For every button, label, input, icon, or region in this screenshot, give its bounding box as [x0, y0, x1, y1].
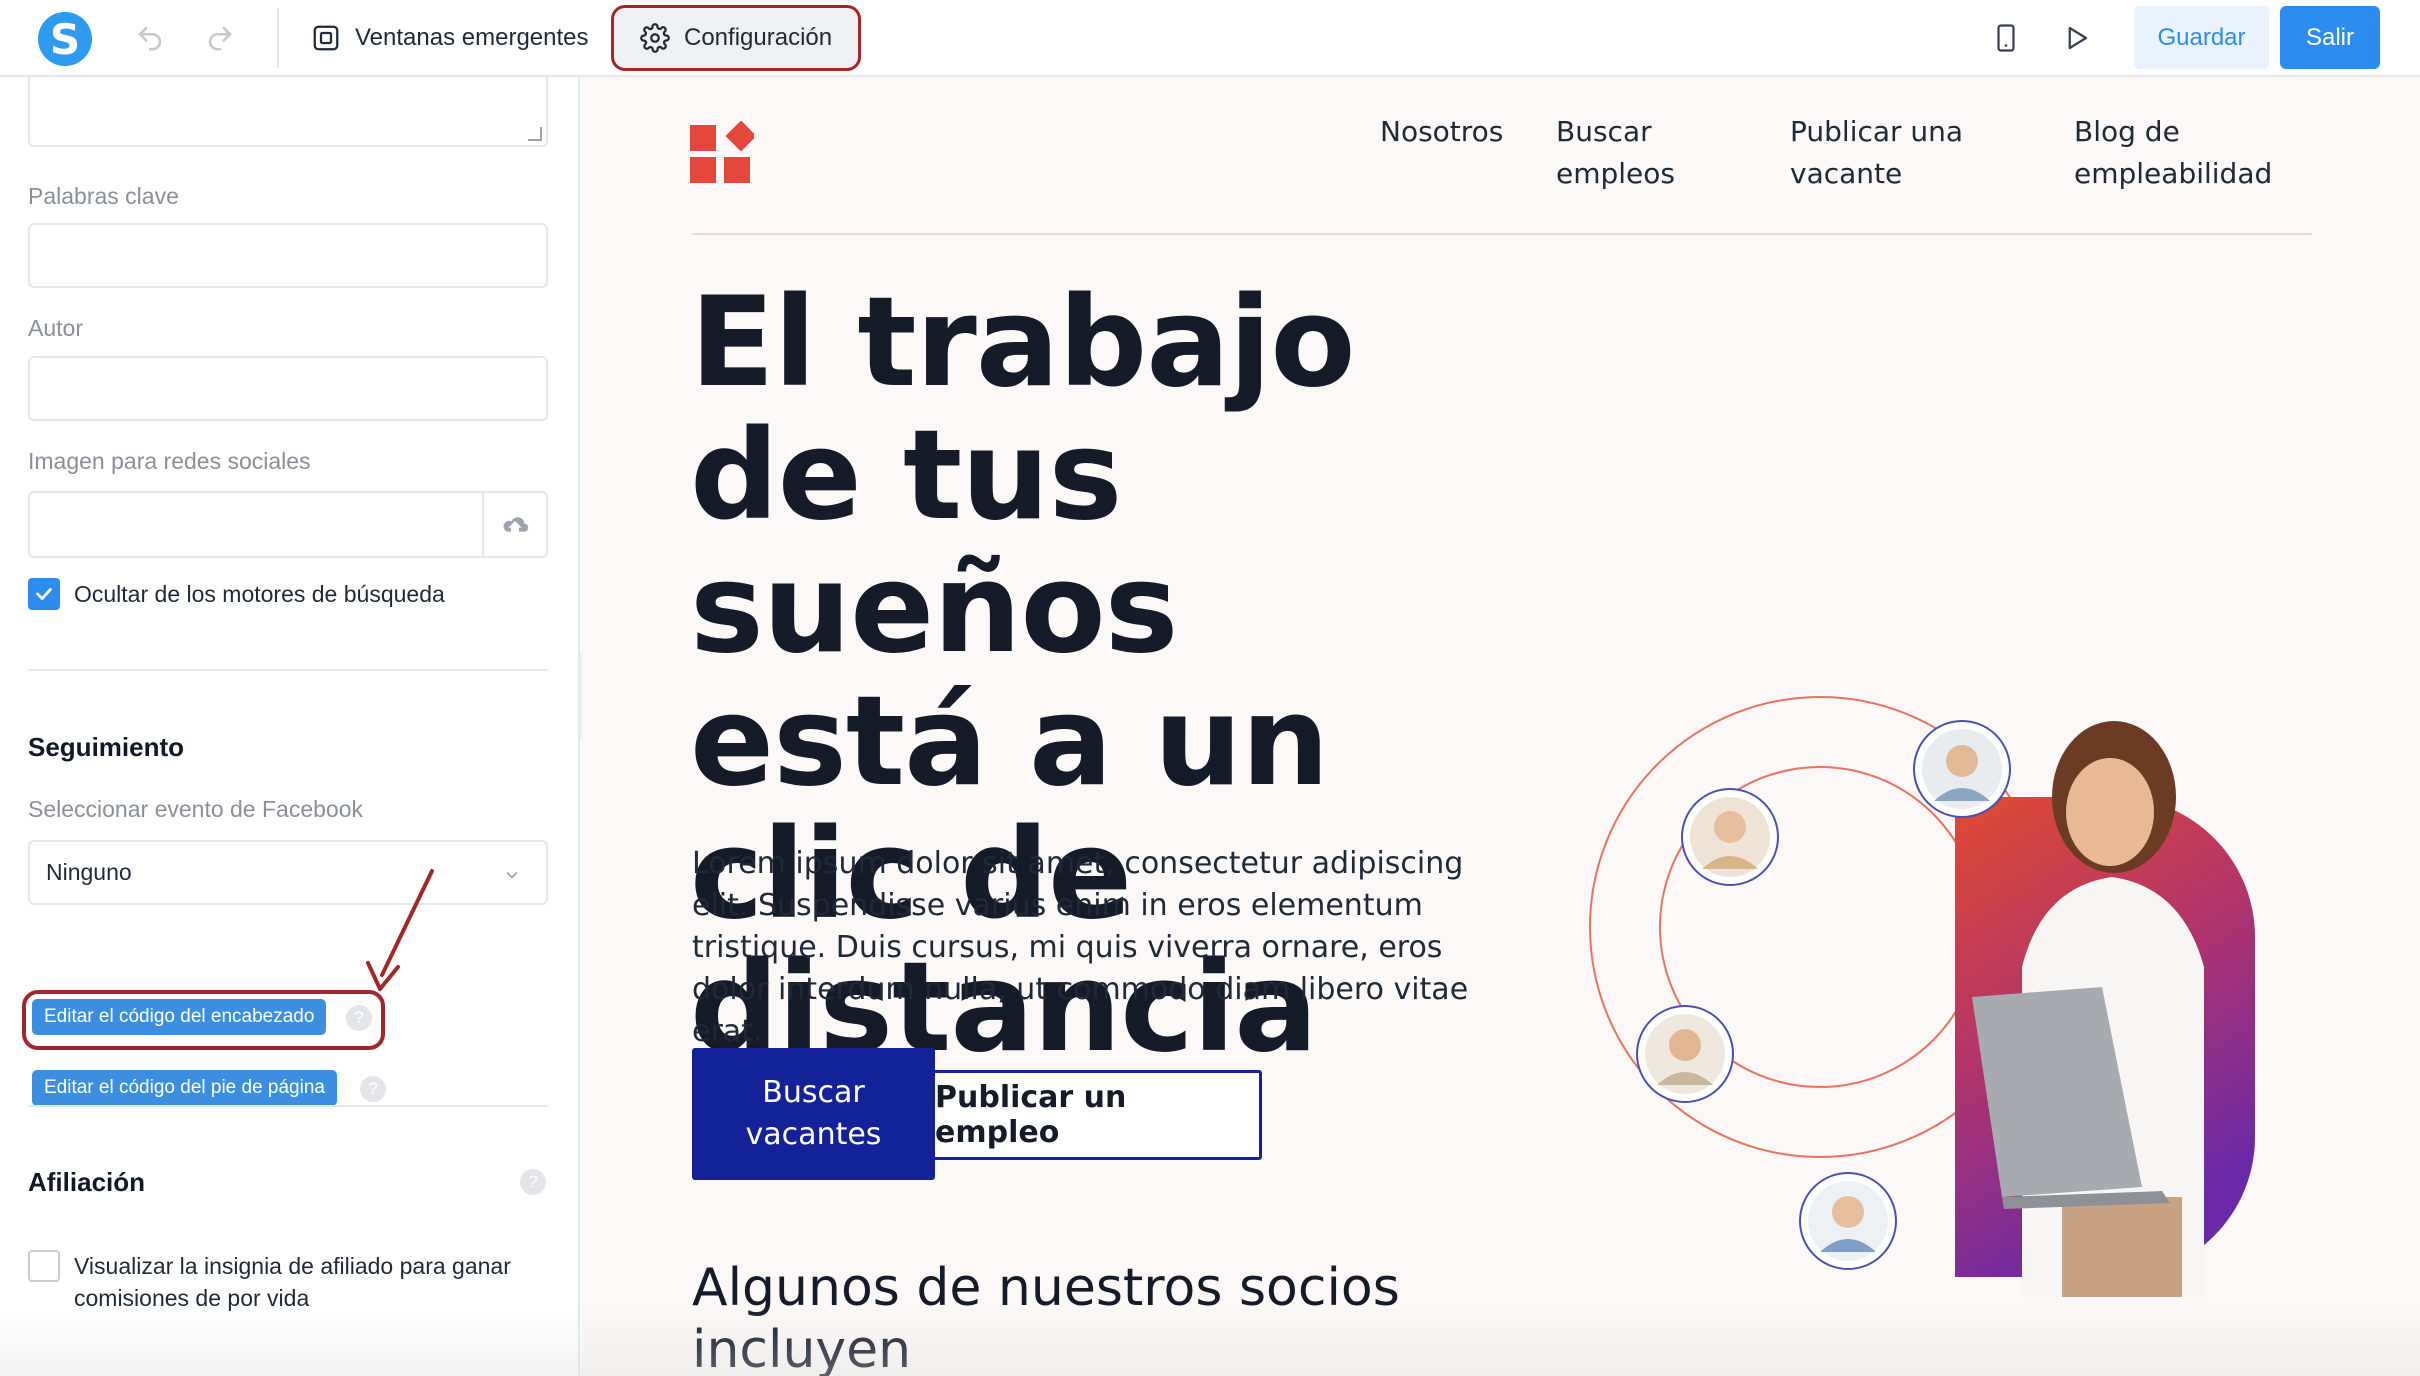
partners-section-title: Algunos de nuestros socios incluyen — [692, 1258, 1400, 1376]
undo-icon[interactable] — [132, 20, 168, 56]
gear-icon — [640, 23, 670, 53]
cloud-upload-icon[interactable] — [482, 493, 546, 556]
avatar-bubble — [1913, 720, 2011, 818]
popups-button[interactable]: Ventanas emergentes — [311, 18, 589, 58]
play-preview-icon[interactable] — [2058, 20, 2094, 56]
avatar-bubble — [1636, 1005, 1734, 1103]
section-divider — [28, 669, 548, 671]
avatar-bubble — [1681, 788, 1779, 886]
edit-footer-code-button[interactable]: Editar el código del pie de página — [32, 1070, 337, 1106]
avatar-bubble — [1799, 1172, 1897, 1270]
edit-header-code-button[interactable]: Editar el código del encabezado — [32, 999, 327, 1035]
hero-text: Lorem ipsum dolor sit amet, consectetur … — [692, 846, 1469, 1049]
affiliate-badge-checkbox[interactable]: Visualizar la insignia de afiliado para … — [28, 1250, 548, 1314]
hide-search-engines-label: Ocultar de los motores de búsqueda — [74, 581, 445, 607]
author-input[interactable] — [28, 356, 548, 421]
settings-button[interactable]: Configuración — [640, 18, 832, 58]
settings-panel: Palabras clave Autor Imagen para redes s… — [0, 77, 580, 1376]
nav-link-about[interactable]: Nosotros — [1380, 111, 1503, 153]
popups-label: Ventanas emergentes — [355, 24, 589, 51]
help-icon[interactable]: ? — [346, 1005, 372, 1031]
nav-link-post-job[interactable]: Publicar una vacante — [1790, 111, 1990, 195]
facebook-event-value: Ninguno — [46, 859, 132, 885]
website-preview: Nosotros Buscar empleos Publicar una vac… — [582, 77, 2420, 1376]
popup-window-icon — [313, 25, 339, 51]
help-icon[interactable]: ? — [520, 1169, 546, 1195]
app-logo[interactable]: S — [38, 12, 92, 66]
affiliation-section-title: Afiliación — [28, 1167, 146, 1197]
resize-handle-icon[interactable] — [528, 127, 542, 141]
hide-search-engines-checkbox[interactable]: Ocultar de los motores de búsqueda — [28, 578, 445, 610]
top-toolbar: S Ventanas emergentes Configuración Guar… — [0, 0, 2420, 77]
facebook-event-label: Seleccionar evento de Facebook — [28, 796, 363, 822]
post-job-cta-button[interactable]: Publicar un empleo — [932, 1070, 1262, 1160]
search-jobs-cta-button[interactable]: Buscar vacantes — [692, 1048, 935, 1180]
annotation-arrow-icon — [366, 869, 434, 991]
author-label: Autor — [28, 315, 83, 341]
nav-divider — [692, 233, 2312, 235]
chevron-down-icon — [502, 864, 522, 891]
redo-icon[interactable] — [202, 20, 238, 56]
nav-link-blog[interactable]: Blog de empleabilidad — [2074, 111, 2294, 195]
hero-illustration — [1589, 696, 2255, 1297]
keywords-input[interactable] — [28, 223, 548, 288]
social-image-input[interactable] — [28, 491, 548, 558]
mobile-preview-icon[interactable] — [1988, 20, 2024, 56]
checkbox-unchecked-icon[interactable] — [28, 1250, 60, 1282]
help-icon[interactable]: ? — [360, 1076, 386, 1102]
site-logo[interactable] — [690, 121, 754, 185]
settings-label: Configuración — [684, 24, 833, 51]
facebook-event-select[interactable]: Ninguno — [28, 840, 548, 905]
checkbox-checked-icon[interactable] — [28, 578, 60, 610]
affiliate-badge-label: Visualizar la insignia de afiliado para … — [74, 1253, 511, 1311]
description-textarea[interactable] — [28, 77, 548, 147]
toolbar-divider — [277, 8, 279, 68]
section-divider — [28, 1105, 548, 1107]
nav-link-find-jobs[interactable]: Buscar empleos — [1556, 111, 1716, 195]
social-image-label: Imagen para redes sociales — [28, 448, 311, 474]
exit-button[interactable]: Salir — [2280, 6, 2380, 69]
save-button[interactable]: Guardar — [2134, 6, 2269, 69]
tracking-section-title: Seguimiento — [28, 732, 185, 762]
keywords-label: Palabras clave — [28, 183, 179, 209]
